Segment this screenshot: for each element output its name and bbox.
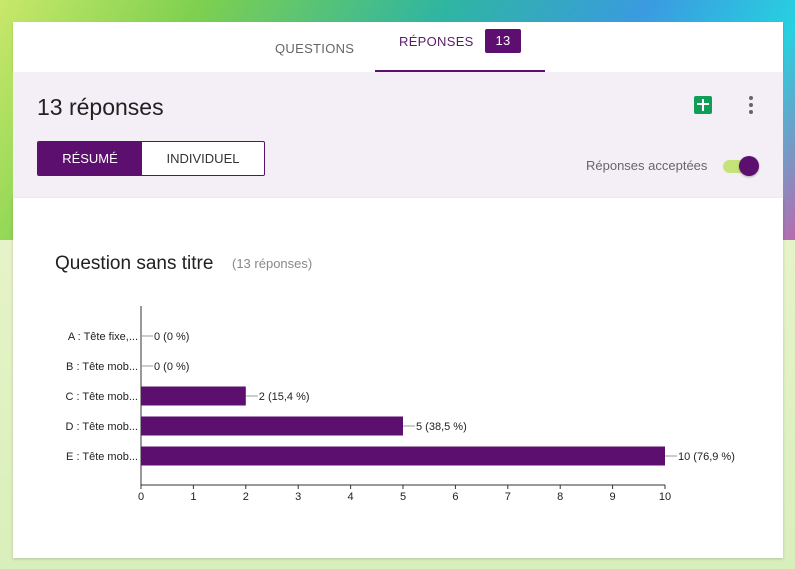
responses-count-title: 13 réponses — [37, 94, 164, 120]
bar — [141, 446, 665, 466]
tab-responses-label: RÉPONSES — [399, 34, 474, 49]
sheets-icon[interactable] — [694, 96, 712, 114]
responses-count-badge: 13 — [485, 29, 521, 53]
category-label: D : Tête mob... — [65, 421, 138, 433]
bar — [141, 386, 246, 406]
x-tick-label: 0 — [138, 491, 144, 503]
responses-bar-chart: A : Tête fixe,... 0 (0 %) B : Tête mob... 0… — [65, 306, 735, 503]
more-vert-icon[interactable] — [746, 95, 756, 115]
tab-bar: QUESTIONS RÉPONSES 13 — [13, 22, 783, 72]
x-tick-label: 4 — [348, 491, 354, 503]
category-label: E : Tête mob... — [66, 451, 138, 463]
tab-questions-label: QUESTIONS — [275, 41, 355, 56]
x-tick-label: 10 — [659, 491, 671, 503]
x-tick-label: 3 — [295, 491, 301, 503]
bar — [141, 416, 403, 436]
data-label: 5 (38,5 %) — [416, 421, 467, 433]
data-label: 0 (0 %) — [154, 331, 189, 343]
category-label: C : Tête mob... — [65, 391, 138, 403]
x-tick-label: 7 — [505, 491, 511, 503]
accepting-responses-label: Réponses acceptées — [586, 158, 708, 173]
tab-questions[interactable]: QUESTIONS — [263, 22, 363, 72]
x-tick-label: 8 — [557, 491, 563, 503]
toggle-knob — [739, 156, 759, 176]
x-tick-label: 5 — [400, 491, 406, 503]
category-label: B : Tête mob... — [66, 361, 138, 373]
category-label: A : Tête fixe,... — [68, 331, 138, 343]
data-label: 0 (0 %) — [154, 361, 189, 373]
responses-summary-header: 13 réponses RÉSUMÉ INDIVIDUEL Réponses a… — [13, 72, 783, 199]
accepting-responses-toggle[interactable] — [721, 155, 761, 177]
data-label: 2 (15,4 %) — [259, 391, 310, 403]
tab-responses[interactable]: RÉPONSES 13 — [375, 22, 545, 72]
view-toggle-group: RÉSUMÉ INDIVIDUEL — [37, 141, 265, 176]
data-label: 10 (76,9 %) — [678, 451, 735, 463]
x-tick-label: 2 — [243, 491, 249, 503]
x-tick-label: 9 — [610, 491, 616, 503]
summary-view-button[interactable]: RÉSUMÉ — [38, 142, 142, 175]
question-summary-card: Question sans titre (13 réponses) A : Tê… — [13, 198, 783, 558]
x-tick-label: 1 — [190, 491, 196, 503]
individual-view-button[interactable]: INDIVIDUEL — [142, 142, 264, 175]
x-tick-label: 6 — [452, 491, 458, 503]
